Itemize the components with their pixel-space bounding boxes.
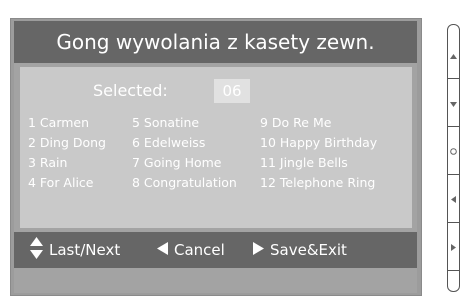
right-arrow-icon — [253, 241, 264, 259]
right-icon — [451, 244, 456, 253]
screen: Gong wywolania z kasety zewn. Selected: … — [14, 21, 417, 293]
down-icon — [450, 100, 457, 109]
save-exit-label: Save&Exit — [270, 241, 347, 259]
last-next-button[interactable]: Last/Next — [30, 232, 120, 268]
selected-label: Selected: — [93, 81, 168, 100]
gong-column-2: 5 Sonatine 6 Edelweiss 7 Going Home 8 Co… — [132, 113, 237, 193]
screen-footer: Last/Next Cancel Save&Exit — [14, 232, 417, 268]
up-icon — [450, 52, 457, 61]
selected-value-text: 06 — [222, 82, 242, 100]
side-right-button[interactable] — [448, 227, 459, 271]
gong-item-7[interactable]: 7 Going Home — [132, 153, 237, 173]
screen-header: Gong wywolania z kasety zewn. — [14, 21, 417, 63]
circle-icon — [450, 148, 457, 157]
gong-item-6[interactable]: 6 Edelweiss — [132, 133, 237, 153]
gong-item-11[interactable]: 11 Jingle Bells — [260, 153, 377, 173]
side-button-panel — [447, 24, 460, 292]
left-icon — [451, 196, 456, 205]
gong-item-8[interactable]: 8 Congratulation — [132, 173, 237, 193]
last-next-label: Last/Next — [49, 241, 121, 259]
side-up-button[interactable] — [448, 35, 459, 79]
gong-item-2[interactable]: 2 Ding Dong — [28, 133, 106, 153]
gong-panel: Selected: 06 1 Carmen 2 Ding Dong 3 Rain… — [20, 67, 412, 228]
gong-item-4[interactable]: 4 For Alice — [28, 173, 106, 193]
left-arrow-icon — [157, 241, 168, 259]
gong-item-5[interactable]: 5 Sonatine — [132, 113, 237, 133]
gong-item-12[interactable]: 12 Telephone Ring — [260, 173, 377, 193]
side-ok-button[interactable] — [448, 131, 459, 175]
cancel-button[interactable]: Cancel — [157, 232, 225, 268]
cancel-label: Cancel — [174, 241, 225, 259]
page-title: Gong wywolania z kasety zewn. — [56, 30, 375, 54]
save-exit-button[interactable]: Save&Exit — [253, 232, 347, 268]
up-down-icon — [30, 237, 43, 263]
gong-item-10[interactable]: 10 Happy Birthday — [260, 133, 377, 153]
gong-item-9[interactable]: 9 Do Re Me — [260, 113, 377, 133]
gong-column-1: 1 Carmen 2 Ding Dong 3 Rain 4 For Alice — [28, 113, 106, 193]
selected-value: 06 — [214, 79, 250, 103]
gong-column-3: 9 Do Re Me 10 Happy Birthday 11 Jingle B… — [260, 113, 377, 193]
gong-item-1[interactable]: 1 Carmen — [28, 113, 106, 133]
gong-item-3[interactable]: 3 Rain — [28, 153, 106, 173]
side-down-button[interactable] — [448, 83, 459, 127]
side-left-button[interactable] — [448, 179, 459, 223]
bottom-strip — [14, 268, 417, 293]
